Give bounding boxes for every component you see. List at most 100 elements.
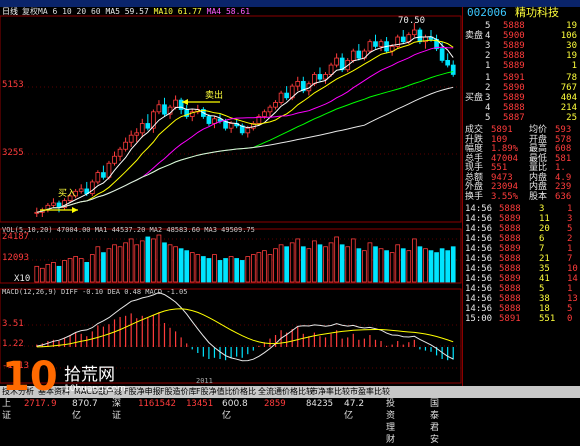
sell-annotation: 卖出 xyxy=(205,91,224,101)
bid-level-5[interactable]: 5 5887 25 xyxy=(463,113,580,124)
volume-bar xyxy=(206,258,212,283)
volume-bar xyxy=(101,252,106,283)
volume-bar xyxy=(151,238,156,283)
volume-bar xyxy=(184,250,190,283)
volume-bar xyxy=(417,246,423,283)
tab-7[interactable]: 价格比 xyxy=(232,386,256,397)
tab-5[interactable]: F股造价库 xyxy=(160,386,197,397)
candle-body xyxy=(128,134,134,143)
volume-bar xyxy=(289,242,295,283)
volume-bar xyxy=(445,250,451,283)
volume-bar xyxy=(428,250,434,283)
buy-arrowhead xyxy=(72,207,78,213)
volume-bar xyxy=(312,240,317,283)
candle-body xyxy=(101,172,106,178)
candle-body xyxy=(450,64,456,75)
bid-price: 5887 xyxy=(503,113,525,123)
volume-bar xyxy=(134,244,140,283)
volume-bar xyxy=(239,260,245,283)
ma20-value: 58.61 xyxy=(225,7,251,16)
volume-bar xyxy=(284,246,289,283)
volume-bar xyxy=(267,254,273,283)
volume-bar xyxy=(367,242,373,283)
volume-bar xyxy=(356,248,362,283)
volume-bar xyxy=(328,242,334,283)
volume-bar xyxy=(45,263,51,283)
ask-level-1[interactable]: 1 5889 1 xyxy=(463,61,580,72)
ma-legend-lead: 复权MA 6 10 20 60 xyxy=(22,7,101,16)
tick-time: 15:00 xyxy=(465,314,493,324)
candle-body xyxy=(245,127,251,134)
tab-8[interactable]: 全流通价格比较 xyxy=(258,386,314,397)
volume-bar xyxy=(62,260,67,283)
price-axis-label: 3255 xyxy=(2,148,24,158)
volume-bar xyxy=(228,256,234,283)
tab-6[interactable]: F股净值比 xyxy=(196,386,233,397)
high-price-marker: 70.50 xyxy=(398,16,426,26)
volume-bar xyxy=(256,252,262,283)
volume-bar xyxy=(423,248,428,283)
quote-key: 换手 xyxy=(465,191,484,202)
candle-body xyxy=(117,148,123,157)
volume-bar xyxy=(339,244,345,283)
macd-legend: MACD(12,26,9) DIFF -0.10 DEA 0.48 MACD -… xyxy=(2,288,188,296)
status-item: 84235 xyxy=(306,399,334,409)
volume-bar xyxy=(117,246,123,283)
candle-body xyxy=(295,81,301,87)
candle-body xyxy=(317,74,323,80)
quote-key: 股本 xyxy=(529,191,548,202)
status-item: 国泰君安 xyxy=(430,399,440,445)
watermark-number: 10 xyxy=(2,354,58,400)
volume-bar xyxy=(167,244,173,283)
volume-bar xyxy=(406,250,412,283)
tab-4[interactable]: F股净申报 xyxy=(124,386,161,397)
volume-bar xyxy=(300,246,306,283)
ma-legend: 复权MA 6 10 20 60 MA5 59.57 MA10 61.77 MA4… xyxy=(22,7,250,17)
volume-bar xyxy=(84,262,90,283)
status-item: 深证 xyxy=(112,399,122,421)
ma10-value: 61.77 xyxy=(177,7,202,16)
volume-bar xyxy=(223,258,228,283)
ma5-prefix: MA5 xyxy=(105,7,120,16)
kline-chart[interactable]: 日线 复权MA 6 10 20 60 MA5 59.57 MA10 61.77 … xyxy=(0,7,462,386)
volume-bar xyxy=(345,246,351,283)
status-item: 1161542 xyxy=(138,399,176,409)
volume-legend: VOL(5,10,20) 47004.00 MA1 44537.20 MA2 4… xyxy=(2,226,255,234)
volume-bar xyxy=(334,236,339,283)
tick-row: 15:00 5891 551 0 xyxy=(463,314,580,325)
volume-bar xyxy=(89,254,95,283)
bid-volume: 25 xyxy=(566,113,577,123)
volume-bar xyxy=(378,248,384,283)
period-label[interactable]: 日线 xyxy=(2,7,18,17)
volume-bar xyxy=(201,256,206,283)
candle-body xyxy=(350,50,356,61)
volume-bar xyxy=(106,248,112,283)
candle-body xyxy=(156,104,162,113)
status-item: 870.7亿 xyxy=(72,399,98,421)
ma20-line xyxy=(36,46,454,213)
volume-bar xyxy=(189,252,195,283)
candle-body xyxy=(328,64,334,75)
ask-volume: 1 xyxy=(571,61,577,71)
volume-axis-label: 12093 xyxy=(2,253,30,263)
volume-bar xyxy=(434,252,439,283)
macd-dea-line xyxy=(36,308,454,348)
volume-bar xyxy=(278,244,284,283)
volume-bar xyxy=(51,262,56,283)
candle-body xyxy=(412,29,417,36)
volume-bar xyxy=(373,246,378,283)
tab-10[interactable]: 市盈率比较 xyxy=(350,386,390,397)
volume-bar xyxy=(145,236,151,283)
status-item: 2859 xyxy=(264,399,286,409)
volume-bar xyxy=(350,238,356,283)
candle-body xyxy=(173,99,178,108)
status-item: 投资理财 xyxy=(386,399,396,445)
volume-bar xyxy=(439,248,445,283)
volume-bar xyxy=(178,248,184,283)
volume-bar xyxy=(156,234,162,283)
bid-level: 5 xyxy=(485,113,491,123)
tab-9[interactable]: 市净率比较 xyxy=(310,386,350,397)
ask-price: 5889 xyxy=(503,61,525,71)
volume-bar xyxy=(112,244,117,283)
candle-body xyxy=(78,188,84,192)
